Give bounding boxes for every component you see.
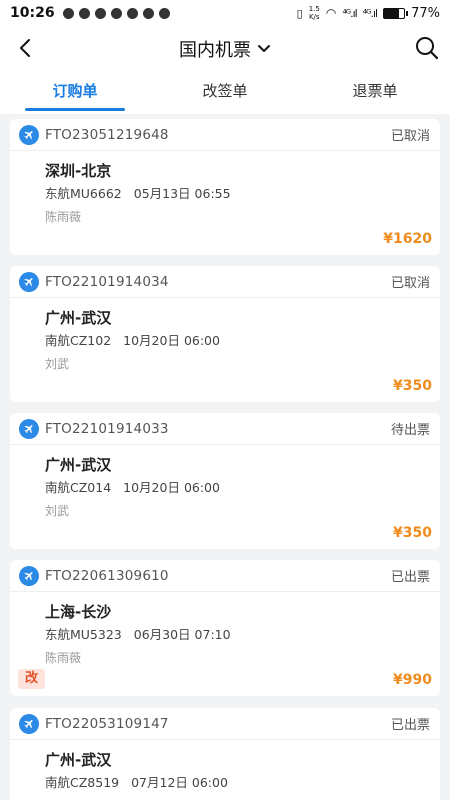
- order-status: 已取消: [390, 276, 430, 291]
- vibrate-icon: ▯: [296, 6, 303, 20]
- order-card[interactable]: FTO22101914033 待出票广州-武汉南航CZ014 10月20日 06:0…: [10, 413, 440, 549]
- page-title: 国内机票: [179, 40, 251, 61]
- flight-route: 深圳-北京: [45, 162, 112, 180]
- bluetooth-icon: [158, 7, 170, 19]
- order-card-header: FTO22061309610 已出票: [10, 560, 440, 592]
- order-card-header: FTO22053109147 已出票: [10, 708, 440, 740]
- flight-info: 东航MU5323 06月30日 07:10: [45, 627, 430, 643]
- flight-route: 上海-长沙: [45, 603, 112, 621]
- tab-orders[interactable]: 订购单: [0, 72, 150, 114]
- order-card-body: 广州-武汉南航CZ014 10月20日 06:00 刘武: [10, 445, 440, 519]
- order-card[interactable]: FTO22061309610 已出票上海-长沙东航MU5323 06月30日 07:…: [10, 560, 440, 696]
- order-card-header: FTO22101914033 待出票: [10, 413, 440, 445]
- flight-info: 南航CZ014 10月20日 06:00: [45, 480, 430, 496]
- order-price: ¥1620: [383, 231, 432, 247]
- tab-label: 改签单: [202, 82, 248, 100]
- order-number: FTO22061309610: [45, 567, 169, 584]
- app-header: 国内机票: [0, 26, 450, 72]
- order-card-body: 广州-武汉南航CZ8519 07月12日 06:00: [10, 740, 440, 791]
- plane-icon: [19, 565, 39, 586]
- order-card[interactable]: FTO22101914034 已取消广州-武汉南航CZ102 10月20日 06:0…: [10, 266, 440, 402]
- passenger-name: 陈雨薇: [45, 651, 82, 665]
- wifi-icon: ◠: [325, 6, 337, 20]
- network-speed: 1.5 K/s: [308, 5, 320, 21]
- app-notification-icon: [94, 7, 106, 19]
- flight-info: 南航CZ102 10月20日 06:00: [45, 333, 430, 349]
- flight-info: 东航MU6662 05月13日 06:55: [45, 186, 430, 202]
- chevron-down-icon: [258, 45, 270, 52]
- flight-number: 南航CZ102: [45, 333, 112, 348]
- alarm-icon: [142, 7, 154, 19]
- signal-icon: ⁴ᴳ.ıl: [362, 6, 378, 20]
- order-price: ¥350: [393, 525, 432, 541]
- tab-label: 订购单: [52, 82, 98, 100]
- order-status: 已取消: [390, 129, 430, 144]
- plane-icon: [19, 418, 39, 439]
- status-bar: 10:26 ▯ 1.5 K/s ◠ ⁴ᴳ.ıl ⁴ᴳ.ıl 77%: [0, 0, 450, 26]
- battery-icon: [383, 7, 409, 19]
- notification-icons: [62, 7, 170, 19]
- order-price: ¥990: [393, 672, 432, 688]
- battery-percent: 77%: [411, 5, 440, 21]
- plane-icon: [19, 271, 39, 292]
- order-price: ¥350: [393, 378, 432, 394]
- flight-number: 南航CZ014: [45, 480, 112, 495]
- tab-label: 退票单: [352, 82, 398, 100]
- passenger-name: 刘武: [45, 504, 70, 518]
- flight-route: 广州-武汉: [45, 309, 112, 327]
- order-list: FTO23051219648 已取消 深圳-北京 东航MU6662 05月13日 06:…: [0, 114, 450, 800]
- tab-refunds[interactable]: 退票单: [300, 72, 450, 114]
- order-card-body: 深圳-北京东航MU6662 05月13日 06:55 陈雨薇: [10, 151, 440, 225]
- order-number: FTO23051219648: [45, 126, 169, 143]
- order-status: 已出票: [390, 570, 430, 585]
- flight-datetime: 10月20日 06:00: [123, 333, 220, 348]
- order-card-body: 上海-长沙东航MU5323 06月30日 07:10 陈雨薇: [10, 592, 440, 666]
- signal-icon: ⁴ᴳ.ıl: [342, 6, 357, 20]
- flight-datetime: 06月30日 07:10: [133, 627, 231, 642]
- flight-number: 南航CZ8519: [45, 775, 120, 790]
- page-title-dropdown[interactable]: 国内机票: [179, 36, 271, 62]
- plane-icon: [19, 124, 39, 145]
- order-card[interactable]: FTO22053109147 已出票广州-武汉南航CZ8519 07月12日 06:…: [10, 708, 440, 800]
- flight-route: 广州-武汉: [45, 456, 112, 474]
- flight-number: 东航MU5323: [45, 627, 122, 642]
- flight-info: 南航CZ8519 07月12日 06:00: [45, 775, 430, 791]
- app-notification-icon: [78, 7, 90, 19]
- app-notification-icon: [62, 7, 74, 19]
- status-time: 10:26: [10, 5, 55, 21]
- search-icon[interactable]: [414, 35, 440, 61]
- order-card-body: 广州-武汉南航CZ102 10月20日 06:00 刘武: [10, 298, 440, 372]
- change-tag-badge: 改: [18, 669, 46, 689]
- chevron-left-icon[interactable]: [14, 36, 38, 60]
- flight-number: 东航MU6662: [45, 186, 122, 201]
- flight-route: 广州-武汉: [45, 751, 112, 769]
- plane-icon: [19, 713, 39, 734]
- order-card-header: FTO22101914034 已取消: [10, 266, 440, 298]
- nfc-icon: [126, 7, 138, 19]
- eye-icon: [110, 7, 122, 19]
- order-number: FTO22101914034: [45, 273, 169, 290]
- order-card-header: FTO23051219648 已取消: [10, 119, 440, 151]
- passenger-name: 陈雨薇: [45, 210, 82, 224]
- order-card[interactable]: FTO23051219648 已取消深圳-北京东航MU6662 05月13日 06:…: [10, 119, 440, 255]
- active-tab-indicator: [25, 108, 125, 111]
- tab-changes[interactable]: 改签单: [150, 72, 300, 114]
- flight-datetime: 05月13日 06:55: [133, 186, 231, 201]
- passenger-name: 刘武: [45, 357, 70, 371]
- order-status: 已出票: [390, 718, 430, 733]
- order-status: 待出票: [390, 423, 430, 438]
- order-number: FTO22053109147: [45, 715, 169, 732]
- order-number: FTO22101914033: [45, 420, 169, 437]
- flight-datetime: 10月20日 06:00: [123, 480, 220, 495]
- order-type-tabs: 订购单 改签单 退票单: [0, 72, 450, 114]
- flight-datetime: 07月12日 06:00: [131, 775, 228, 790]
